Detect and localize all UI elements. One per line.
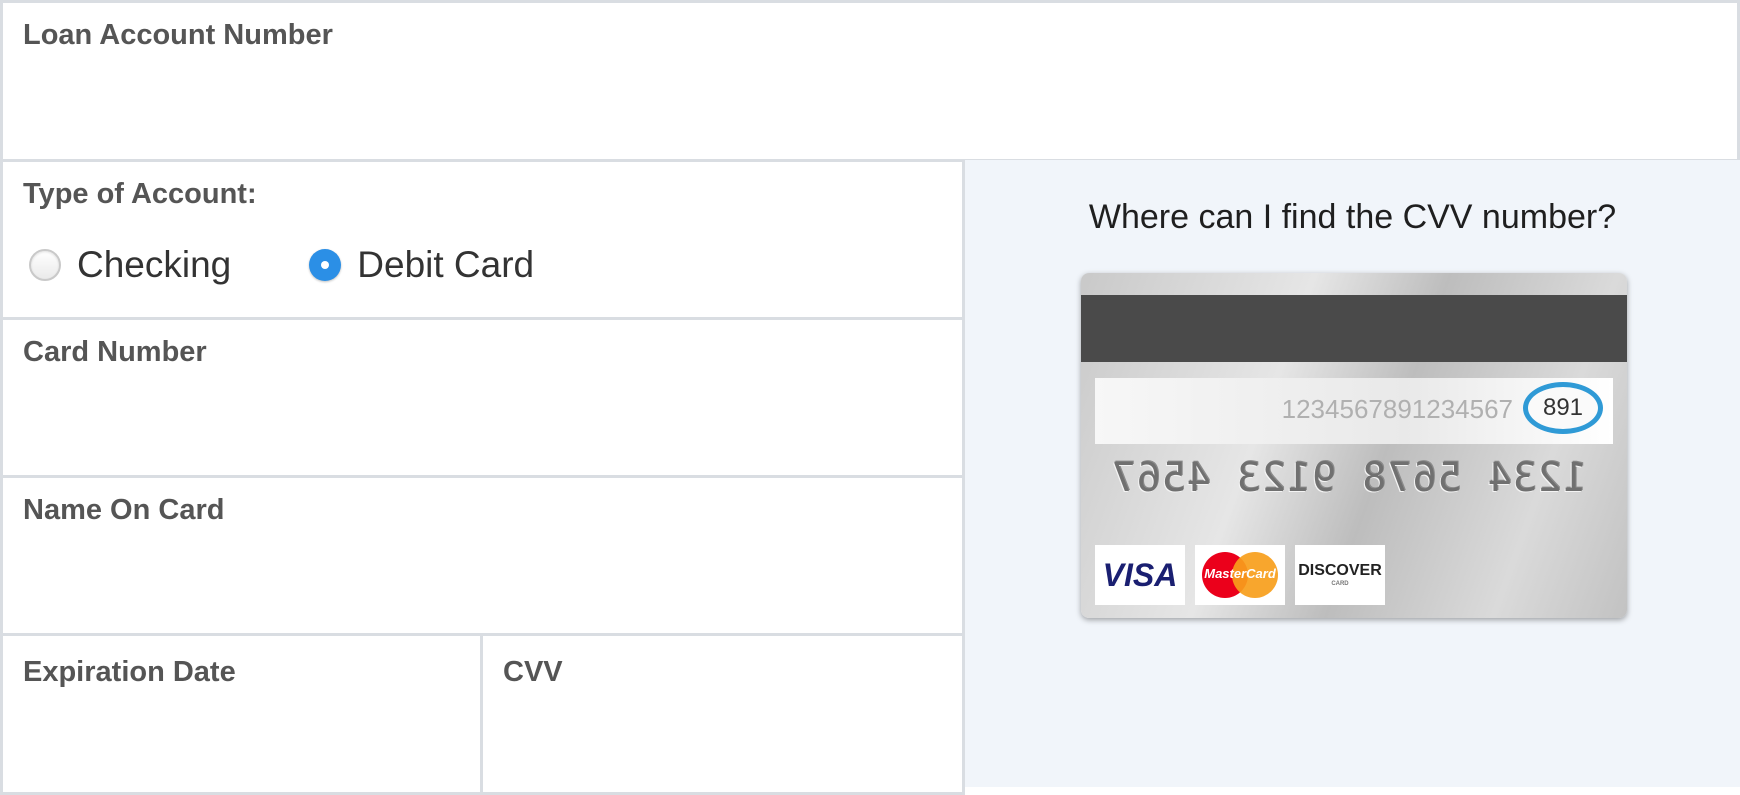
cvv-help-title: Where can I find the CVV number? [1088,198,1617,236]
discover-logo-text: DISCOVER [1298,562,1382,579]
magnetic-stripe [1081,295,1627,362]
signature-card-number: 1234567891234567 [1281,394,1513,424]
signature-panel: 1234567891234567 891 [1095,378,1613,444]
radio-option-debit-card[interactable]: Debit Card [309,244,534,286]
cvv-highlight-ring: 891 [1523,382,1603,434]
card-back-image: 1234567891234567 891 1234 5678 9123 4567… [1081,273,1627,618]
cvv-label: CVV [503,656,563,688]
visa-logo: VISA [1095,545,1185,605]
cvv-cell: CVV [480,633,965,795]
card-brand-logos: VISA MasterCard DISCOVER CARD [1095,545,1395,605]
expiration-date-cell: Expiration Date [0,633,483,795]
name-on-card-cell: Name On Card [0,475,965,636]
card-number-label: Card Number [23,336,207,368]
name-on-card-label: Name On Card [23,494,225,526]
loan-account-input[interactable] [23,63,1717,145]
checking-radio-label[interactable]: Checking [77,244,231,286]
visa-logo-text: VISA [1102,556,1178,593]
debit-card-radio[interactable] [309,249,342,281]
cvv-code: 891 [1542,394,1584,421]
discover-logo-sub: CARD [1331,581,1349,587]
account-type-radio-group: Checking Debit Card [29,244,612,286]
loan-account-cell: Loan Account Number [0,0,1740,162]
mastercard-logo-text: MasterCard [1204,566,1276,581]
loan-account-label: Loan Account Number [23,19,333,51]
cvv-input[interactable] [503,700,942,778]
discover-logo: DISCOVER CARD [1295,545,1385,605]
card-number-input[interactable] [23,380,942,461]
mastercard-logo: MasterCard [1195,545,1285,605]
checking-radio[interactable] [29,249,61,281]
expiration-date-input[interactable] [23,700,460,778]
debit-card-radio-label[interactable]: Debit Card [357,244,534,286]
account-type-cell: Type of Account: Checking Debit Card [0,159,965,320]
card-number-cell: Card Number [0,317,965,478]
embossed-card-number: 1234 5678 9123 4567 [1110,455,1587,501]
name-on-card-input[interactable] [23,538,942,619]
radio-option-checking[interactable]: Checking [29,244,231,286]
discover-logo-mark: DISCOVER CARD [1298,562,1382,588]
mastercard-circles: MasterCard [1200,552,1280,598]
cvv-help-panel: Where can I find the CVV number? 1234567… [962,160,1740,787]
payment-form: Loan Account Number Type of Account: Che… [0,0,1740,795]
expiration-date-label: Expiration Date [23,656,236,688]
account-type-label: Type of Account: [23,178,257,210]
